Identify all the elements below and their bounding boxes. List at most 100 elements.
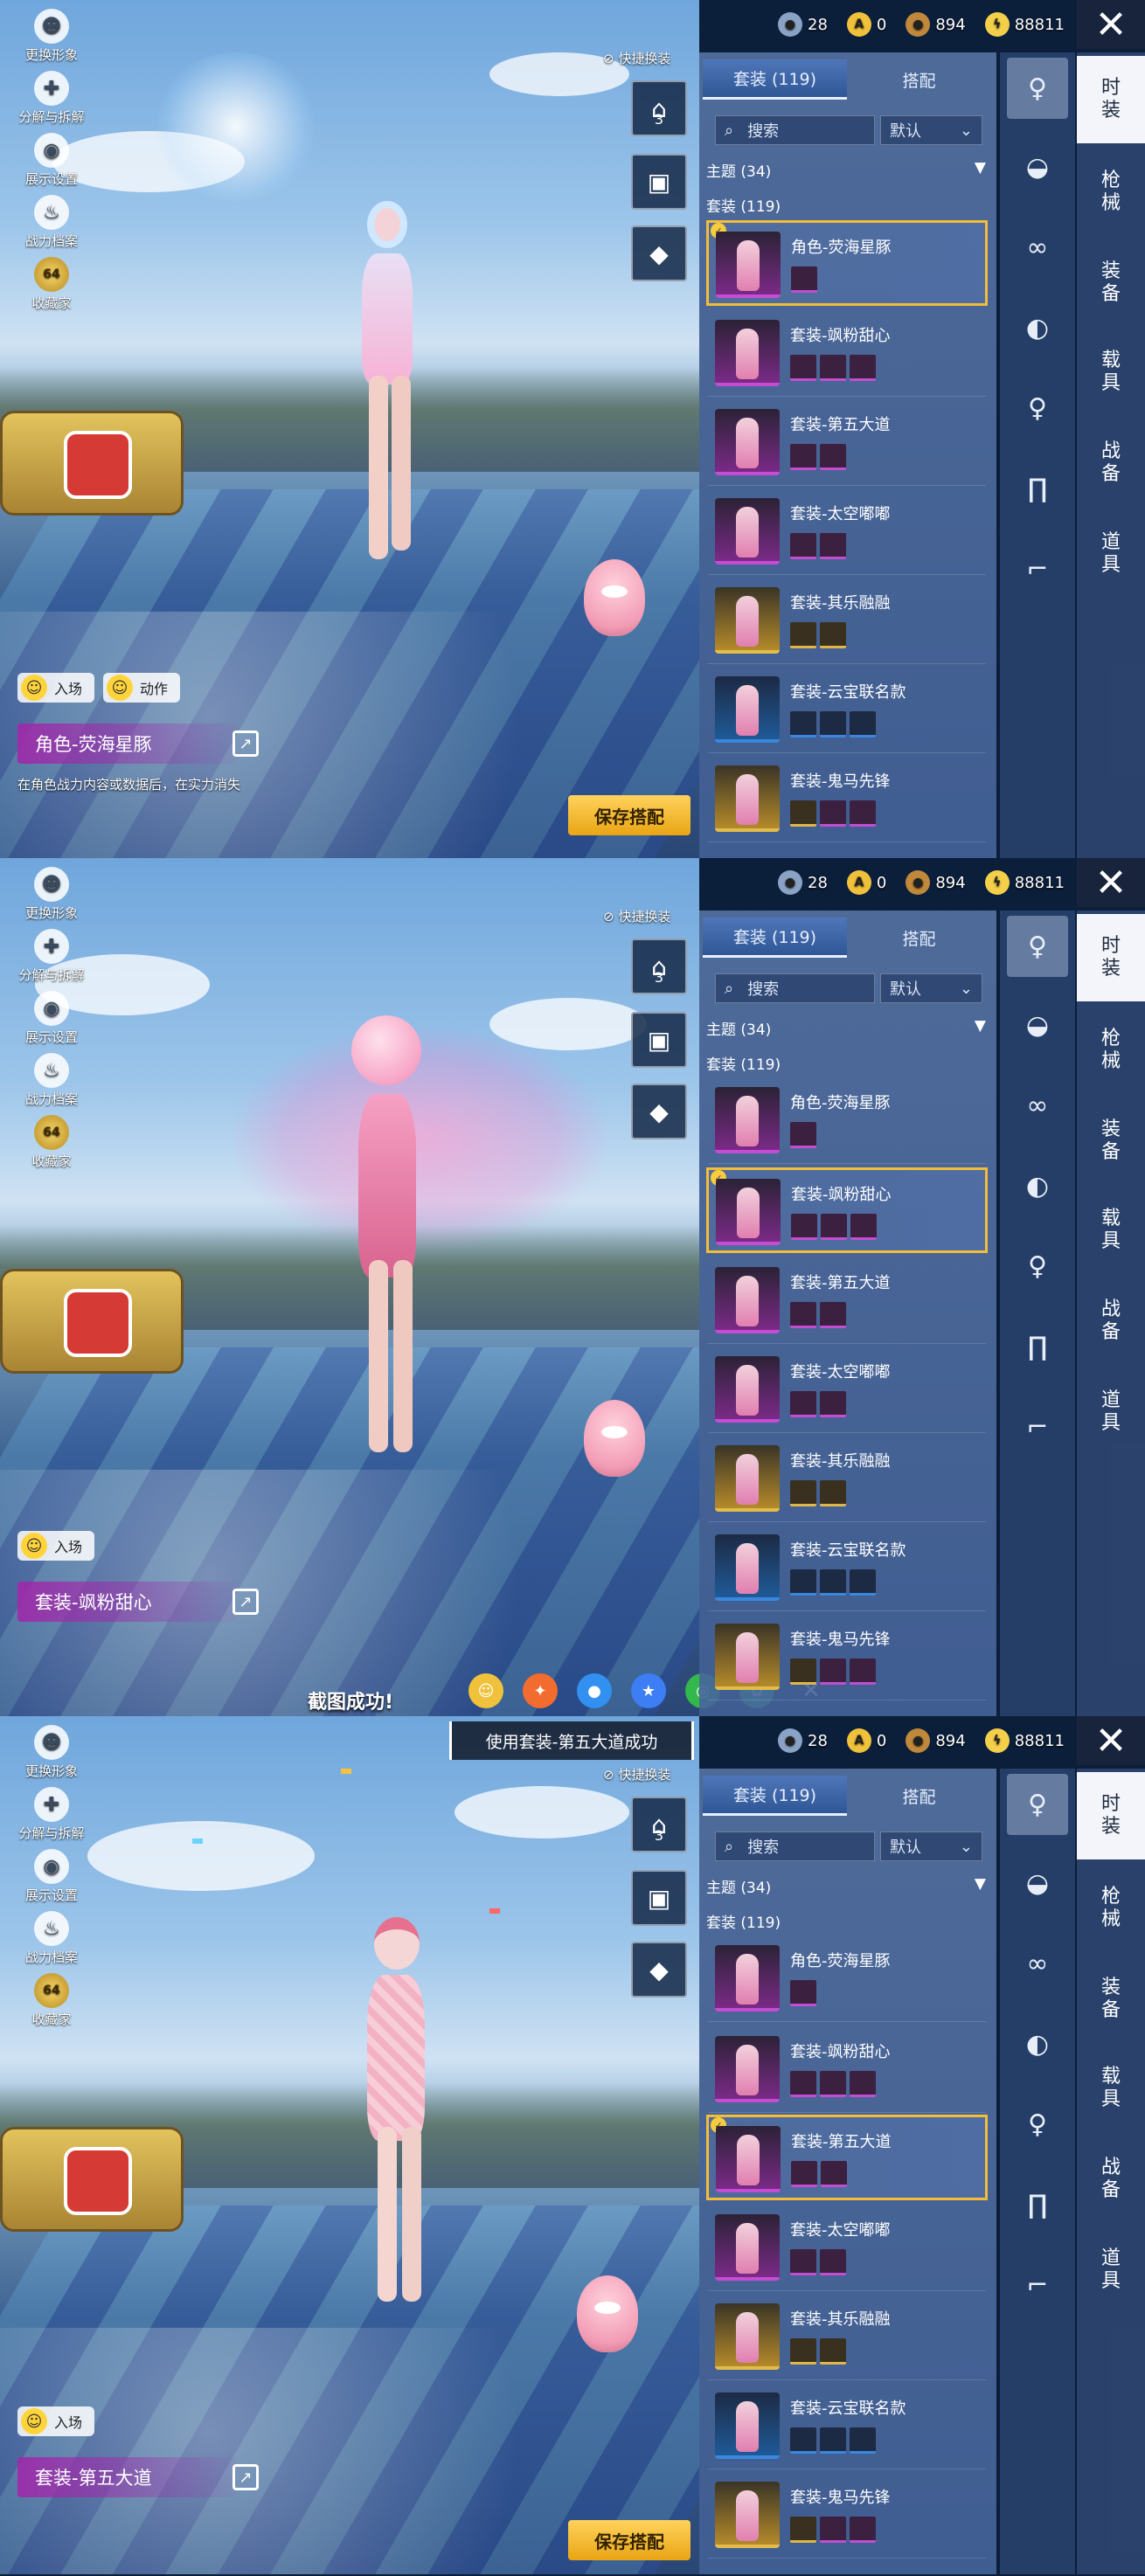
slot-hat-icon[interactable]: ◒ [1007, 1852, 1068, 1914]
list-item[interactable]: 套装-太空嘟嘟 [708, 489, 986, 575]
tab-combos[interactable]: 搭配 [847, 918, 991, 958]
save-outfit-button[interactable]: 保存搭配 [568, 2520, 690, 2560]
slot-pants-icon[interactable]: ∏ [1007, 2174, 1068, 2235]
list-item[interactable]: 套装-第五大道 [708, 400, 986, 486]
sort-dropdown[interactable]: 默认 ⌄ [880, 115, 982, 145]
tab-vehicles[interactable]: 载具 [1077, 1187, 1145, 1274]
tab-fashion[interactable]: 时装 [1077, 914, 1145, 1001]
decompose-button[interactable]: ✚ 分解与拆解 [12, 1787, 91, 1842]
slot-mask-icon[interactable]: ◐ [1007, 297, 1068, 358]
sort-dropdown[interactable]: 默认 ⌄ [880, 1832, 982, 1861]
list-item[interactable]: ✓ 套装-飒粉甜心 [706, 1167, 988, 1253]
tab-items[interactable]: 道具 [1077, 1368, 1145, 1456]
search-input[interactable]: ⌕ 搜索 [715, 115, 875, 145]
badge-slot-button[interactable]: ▣ [631, 1870, 687, 1926]
slot-shoes-icon[interactable]: ⌐ [1007, 538, 1068, 599]
search-input[interactable]: ⌕ 搜索 [715, 973, 875, 1003]
quick-swap-label[interactable]: ⊘ 快捷换装 [603, 49, 670, 67]
list-item[interactable]: 套装-其乐融融 [708, 578, 986, 664]
tab-combos[interactable]: 搭配 [847, 59, 991, 100]
tab-guns[interactable]: 枪械 [1077, 1865, 1145, 1952]
qq-icon[interactable]: ● [577, 1673, 612, 1708]
list-item[interactable]: 角色-荧海星豚 [708, 1936, 986, 2022]
list-item[interactable]: 套装-其乐融融 [708, 1437, 986, 1522]
display-settings-button[interactable]: ◉ 展示设置 [12, 991, 91, 1046]
tab-guns[interactable]: 枪械 [1077, 1007, 1145, 1094]
entrance-button[interactable]: ☺ 入场 [17, 673, 95, 703]
collector-button[interactable]: 64 收藏家 [12, 1115, 91, 1170]
slot-shoes-icon[interactable]: ⌐ [1007, 2254, 1068, 2316]
app-share-icon[interactable]: ✦ [523, 1673, 558, 1708]
star-share-icon[interactable]: ★ [631, 1673, 666, 1708]
smile-share-icon[interactable]: ☺ [468, 1673, 503, 1708]
list-item[interactable]: 套装-云宝联名款 [708, 1526, 986, 1611]
slot-glasses-icon[interactable]: ∞ [1007, 217, 1068, 278]
slot-pants-icon[interactable]: ∏ [1007, 1316, 1068, 1377]
list-item[interactable]: 套装-第五大道 [708, 1258, 986, 1344]
entrance-button[interactable]: ☺ 入场 [17, 2406, 95, 2436]
decompose-button[interactable]: ✚ 分解与拆解 [12, 71, 91, 126]
list-item[interactable]: 套装-太空嘟嘟 [708, 1347, 986, 1433]
change-appearance-button[interactable]: ☻ 更换形象 [12, 9, 91, 64]
diamond-slot-button[interactable]: ◆ [631, 1084, 687, 1139]
quick-swap-label[interactable]: ⊘ 快捷换装 [603, 907, 670, 925]
share-icon[interactable]: ↗ [232, 1589, 259, 1615]
decompose-button[interactable]: ✚ 分解与拆解 [12, 929, 91, 984]
change-appearance-button[interactable]: ☻ 更换形象 [12, 867, 91, 922]
slot-hat-icon[interactable]: ◒ [1007, 994, 1068, 1056]
display-settings-button[interactable]: ◉ 展示设置 [12, 133, 91, 188]
badge-slot-button[interactable]: ▣ [631, 1012, 687, 1068]
theme-group-header[interactable]: 主题 (34) ▼ [706, 159, 986, 181]
slot-outfit-icon[interactable]: ♀ [1007, 58, 1068, 119]
tab-items[interactable]: 道具 [1077, 510, 1145, 598]
list-item[interactable]: 套装-鬼马先锋 [708, 757, 986, 842]
theme-group-header[interactable]: 主题 (34) ▼ [706, 1017, 986, 1039]
list-item[interactable]: 套装-其乐融融 [708, 2295, 986, 2380]
diamond-slot-button[interactable]: ◆ [631, 1942, 687, 1998]
slot-shoes-icon[interactable]: ⌐ [1007, 1396, 1068, 1458]
power-archive-button[interactable]: ♨ 战力档案 [12, 1053, 91, 1108]
wardrobe-button[interactable]: ⌂ 3 [631, 80, 687, 136]
slot-glasses-icon[interactable]: ∞ [1007, 1075, 1068, 1136]
slot-body-icon[interactable]: ♀ [1007, 2094, 1068, 2155]
search-input[interactable]: ⌕ 搜索 [715, 1832, 875, 1861]
slot-hat-icon[interactable]: ◒ [1007, 136, 1068, 197]
save-outfit-button[interactable]: 保存搭配 [568, 795, 690, 835]
collector-button[interactable]: 64 收藏家 [12, 1973, 91, 2028]
power-archive-button[interactable]: ♨ 战力档案 [12, 1911, 91, 1966]
action-button[interactable]: ☺ 动作 [103, 673, 181, 703]
slot-pants-icon[interactable]: ∏ [1007, 458, 1068, 519]
tab-supplies[interactable]: 战备 [1077, 419, 1145, 507]
wardrobe-button[interactable]: ⌂ 3 [631, 1797, 687, 1852]
slot-glasses-icon[interactable]: ∞ [1007, 1933, 1068, 1994]
list-item[interactable]: 套装-云宝联名款 [708, 2384, 986, 2469]
share-icon[interactable]: ↗ [232, 2464, 259, 2490]
list-item[interactable]: 套装-云宝联名款 [708, 668, 986, 753]
list-item[interactable]: 套装-鬼马先锋 [708, 1615, 986, 1700]
list-item[interactable]: ✓ 套装-第五大道 [706, 2115, 988, 2200]
close-button[interactable]: ✕ [1077, 858, 1145, 907]
tab-suits[interactable]: 套装 (119) [703, 1776, 847, 1816]
list-item[interactable]: 套装-太空嘟嘟 [708, 2206, 986, 2291]
tab-vehicles[interactable]: 载具 [1077, 2045, 1145, 2132]
slot-body-icon[interactable]: ♀ [1007, 1236, 1068, 1297]
tab-suits[interactable]: 套装 (119) [703, 918, 847, 958]
quick-swap-label[interactable]: ⊘ 快捷换装 [603, 1765, 670, 1783]
close-button[interactable]: ✕ [1077, 0, 1145, 49]
close-button[interactable]: ✕ [1077, 1716, 1145, 1765]
list-item[interactable]: 套装-飒粉甜心 [708, 311, 986, 397]
slot-outfit-icon[interactable]: ♀ [1007, 1774, 1068, 1835]
list-item[interactable]: ✓ 角色-荧海星豚 [706, 220, 988, 306]
slot-mask-icon[interactable]: ◐ [1007, 2013, 1068, 2074]
list-item[interactable]: 角色-荧海星豚 [708, 1078, 986, 1164]
tab-equipment[interactable]: 装备 [1077, 1098, 1145, 1185]
display-settings-button[interactable]: ◉ 展示设置 [12, 1849, 91, 1904]
slot-body-icon[interactable]: ♀ [1007, 377, 1068, 439]
tab-vehicles[interactable]: 载具 [1077, 329, 1145, 416]
collector-button[interactable]: 64 收藏家 [12, 257, 91, 312]
tab-suits[interactable]: 套装 (119) [703, 59, 847, 100]
list-item[interactable]: 套装-鬼马先锋 [708, 2473, 986, 2559]
tab-equipment[interactable]: 装备 [1077, 239, 1145, 327]
tab-equipment[interactable]: 装备 [1077, 1956, 1145, 2043]
power-archive-button[interactable]: ♨ 战力档案 [12, 195, 91, 250]
